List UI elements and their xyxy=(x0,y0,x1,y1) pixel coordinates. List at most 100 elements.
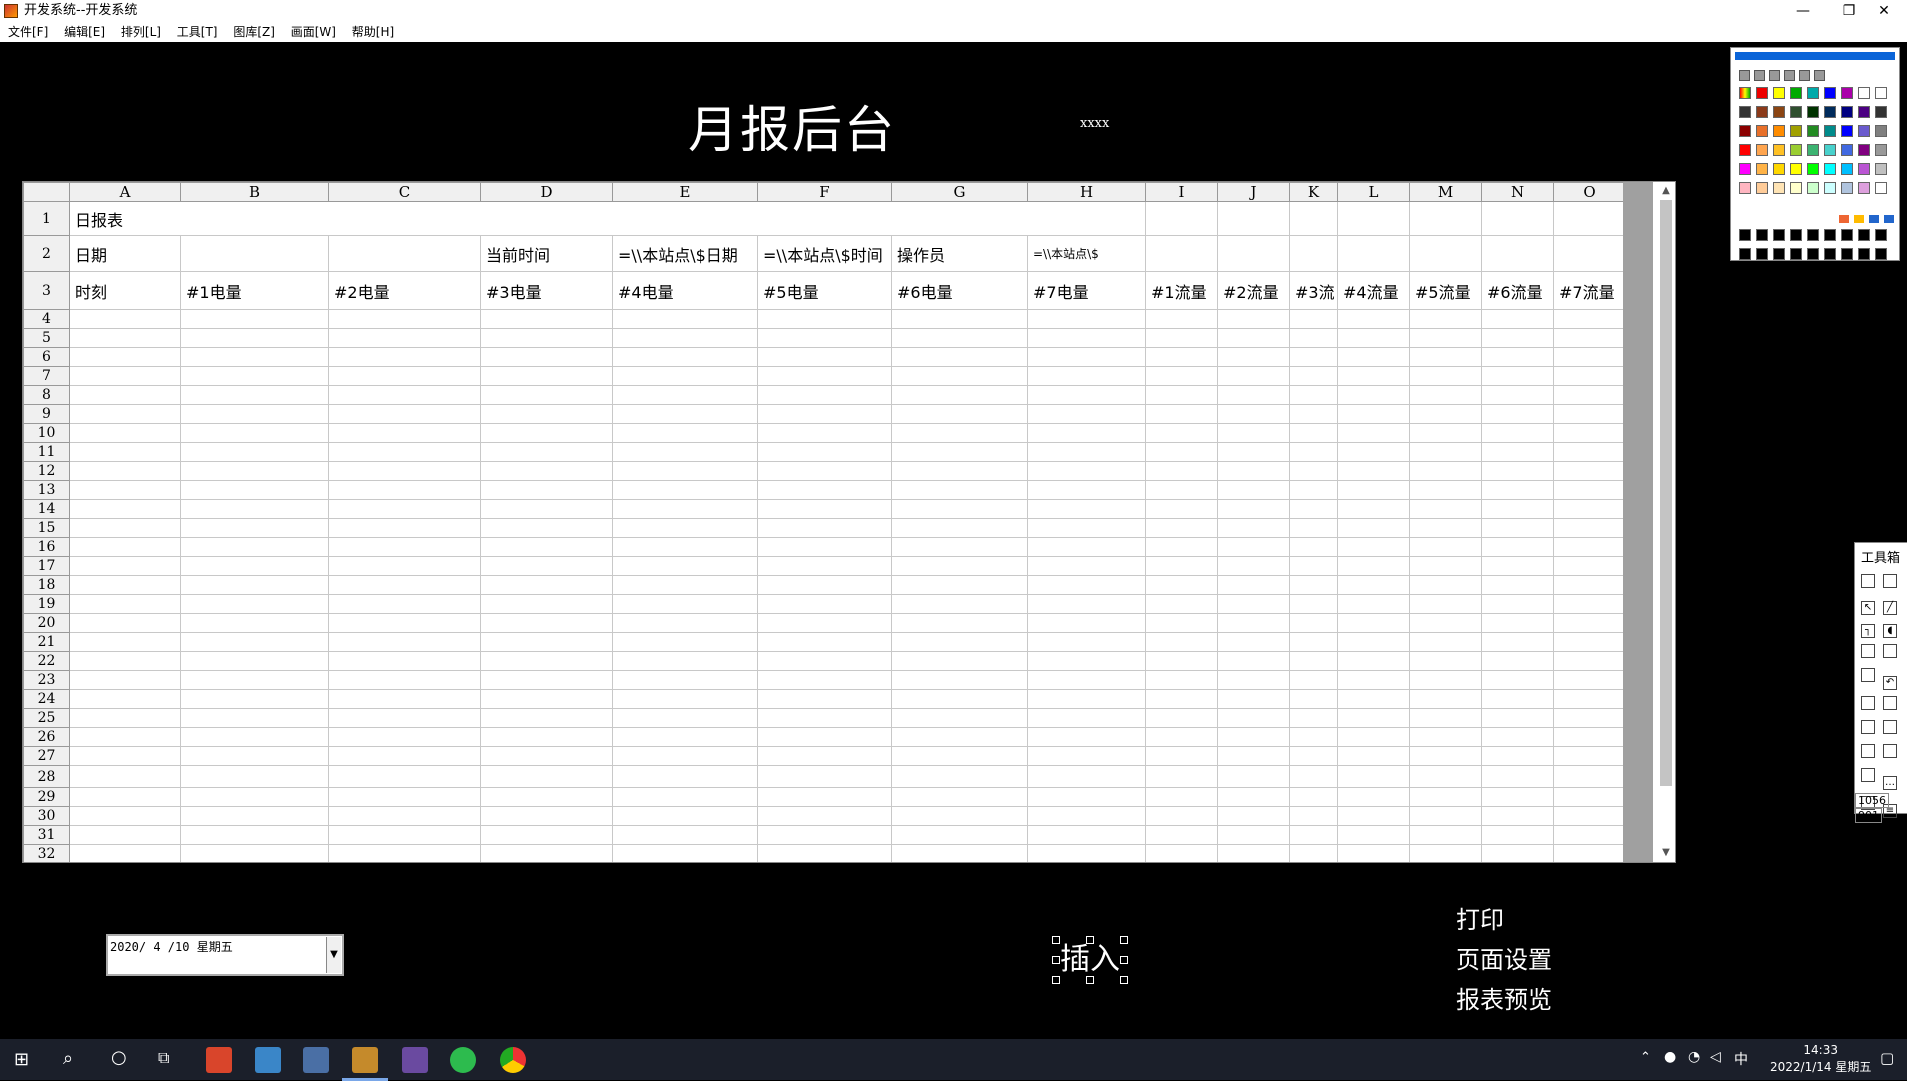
cell[interactable] xyxy=(1409,632,1482,652)
cell[interactable] xyxy=(1289,806,1338,826)
cell[interactable] xyxy=(1217,480,1290,500)
cell[interactable]: 日报表 xyxy=(69,201,1146,236)
cell[interactable] xyxy=(1409,689,1482,709)
cell[interactable] xyxy=(180,309,329,329)
row-header[interactable]: 27 xyxy=(23,746,70,766)
cell[interactable] xyxy=(891,844,1028,862)
column-header[interactable]: J xyxy=(1217,182,1290,202)
row-header[interactable]: 10 xyxy=(23,423,70,443)
color-swatch[interactable] xyxy=(1739,144,1751,156)
cell[interactable] xyxy=(1481,746,1554,766)
cell[interactable] xyxy=(1027,537,1146,557)
column-header[interactable]: A xyxy=(69,182,181,202)
column-header[interactable]: O xyxy=(1553,182,1626,202)
cell[interactable] xyxy=(1337,806,1410,826)
cell[interactable] xyxy=(480,366,613,386)
paint-icon[interactable] xyxy=(1883,720,1897,734)
cell[interactable] xyxy=(1217,442,1290,462)
cell[interactable] xyxy=(1027,708,1146,728)
cell[interactable] xyxy=(1289,201,1338,236)
cell[interactable] xyxy=(1409,844,1482,862)
cell[interactable] xyxy=(69,366,181,386)
cell[interactable] xyxy=(1337,235,1410,272)
cell[interactable] xyxy=(891,385,1028,405)
cell[interactable] xyxy=(891,651,1028,671)
color-block-icon[interactable] xyxy=(1861,720,1875,734)
cell[interactable] xyxy=(1217,366,1290,386)
cell[interactable] xyxy=(1553,480,1626,500)
cell[interactable] xyxy=(1409,556,1482,576)
cell[interactable] xyxy=(1289,461,1338,481)
cell[interactable] xyxy=(328,765,481,788)
cell[interactable] xyxy=(1217,518,1290,538)
cell[interactable] xyxy=(1409,825,1482,845)
cell[interactable] xyxy=(1553,689,1626,709)
window-app-icon[interactable] xyxy=(303,1047,329,1073)
cell[interactable] xyxy=(1553,594,1626,614)
cell[interactable] xyxy=(69,844,181,862)
color-swatch[interactable] xyxy=(1807,87,1819,99)
cell[interactable] xyxy=(1217,235,1290,272)
cell[interactable] xyxy=(612,309,758,329)
line-icon[interactable]: ╱ xyxy=(1883,601,1897,615)
cell[interactable] xyxy=(757,556,892,576)
cell[interactable] xyxy=(1553,499,1626,519)
cell[interactable] xyxy=(757,806,892,826)
color-swatch[interactable] xyxy=(1841,87,1853,99)
align-icon[interactable] xyxy=(1883,696,1897,710)
network-icon[interactable]: ◔ xyxy=(1688,1049,1700,1065)
cell[interactable] xyxy=(1217,806,1290,826)
cell[interactable] xyxy=(612,651,758,671)
cell[interactable] xyxy=(891,442,1028,462)
color-swatch[interactable] xyxy=(1739,87,1751,99)
cell[interactable] xyxy=(1481,806,1554,826)
cell[interactable] xyxy=(328,844,481,862)
notification-icon[interactable]: ▢ xyxy=(1880,1049,1894,1067)
menu-gallery[interactable]: 图库[Z] xyxy=(227,22,281,42)
cell[interactable] xyxy=(1217,499,1290,519)
cell[interactable] xyxy=(1481,537,1554,557)
dots-icon[interactable]: … xyxy=(1883,776,1897,790)
resize-handle[interactable] xyxy=(1052,976,1060,984)
cell[interactable] xyxy=(891,787,1028,807)
row-header[interactable]: 17 xyxy=(23,556,70,576)
color-swatch[interactable] xyxy=(1858,87,1870,99)
arrow-right-icon[interactable] xyxy=(1869,215,1879,223)
cell[interactable] xyxy=(1481,556,1554,576)
cell[interactable] xyxy=(328,235,481,272)
cell[interactable] xyxy=(480,537,613,557)
color-swatch[interactable] xyxy=(1858,125,1870,137)
cell[interactable] xyxy=(328,347,481,367)
cell[interactable] xyxy=(1337,309,1410,329)
cell[interactable] xyxy=(1289,825,1338,845)
cell[interactable] xyxy=(1217,727,1290,747)
page-setup-button[interactable]: 页面设置 xyxy=(1456,940,1552,975)
palette-titlebar[interactable] xyxy=(1735,52,1895,60)
color-swatch[interactable] xyxy=(1824,144,1836,156)
cell[interactable] xyxy=(1337,575,1410,595)
cell[interactable] xyxy=(612,765,758,788)
color-swatch[interactable] xyxy=(1875,106,1887,118)
cell[interactable] xyxy=(1409,423,1482,443)
cell[interactable] xyxy=(1337,594,1410,614)
cell[interactable] xyxy=(480,328,613,348)
cell[interactable] xyxy=(69,442,181,462)
cell[interactable] xyxy=(1027,670,1146,690)
cell[interactable] xyxy=(1553,347,1626,367)
cell[interactable] xyxy=(1217,594,1290,614)
cell[interactable] xyxy=(1145,670,1218,690)
cell[interactable] xyxy=(480,480,613,500)
color-swatch[interactable] xyxy=(1824,106,1836,118)
pattern-icon[interactable] xyxy=(1814,70,1825,81)
cell[interactable] xyxy=(1553,787,1626,807)
resize-handle[interactable] xyxy=(1120,956,1128,964)
cell[interactable] xyxy=(1481,499,1554,519)
cell[interactable] xyxy=(612,727,758,747)
gradient-icon[interactable] xyxy=(1799,70,1810,81)
cell[interactable] xyxy=(891,806,1028,826)
cell[interactable] xyxy=(180,347,329,367)
stack-icon[interactable] xyxy=(1861,744,1875,758)
cell[interactable] xyxy=(1337,844,1410,862)
cell[interactable] xyxy=(612,366,758,386)
cell[interactable] xyxy=(1145,806,1218,826)
